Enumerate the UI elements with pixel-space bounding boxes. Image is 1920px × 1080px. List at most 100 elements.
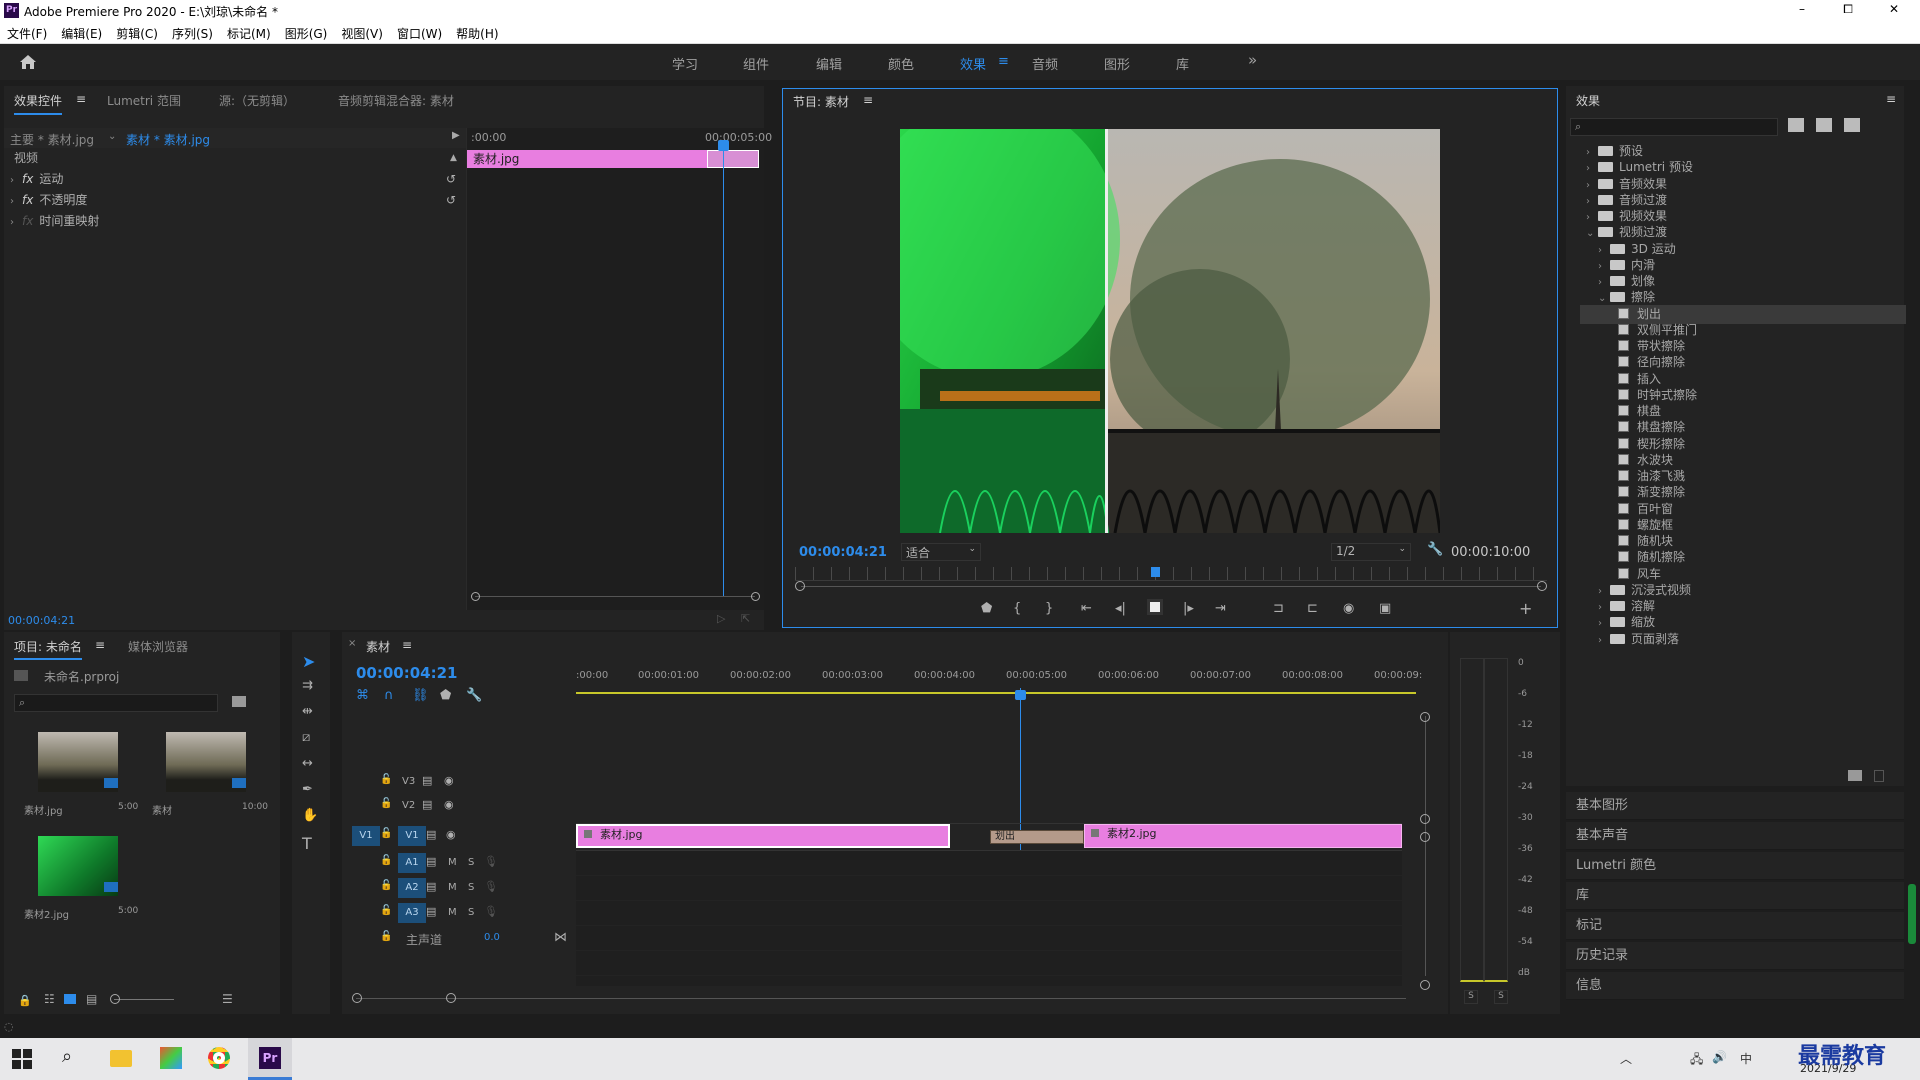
effects-search-input[interactable]: ⌕ — [1570, 118, 1778, 136]
export-icon[interactable]: ⇱ — [741, 612, 750, 625]
resolution-select[interactable]: 1/2 ⌄ — [1331, 543, 1411, 561]
tab-menu-icon[interactable]: ≡ — [76, 92, 86, 106]
menu-sequence[interactable]: 序列(S) — [165, 22, 220, 45]
collapse-icon[interactable]: ▲ — [450, 148, 457, 168]
search-icon[interactable]: ⌕ — [62, 1046, 72, 1067]
transition-block[interactable] — [707, 150, 759, 168]
add-marker-icon[interactable]: ⬟ — [440, 688, 451, 703]
lock-icon[interactable]: 🔓 — [380, 905, 392, 916]
track-target-a2[interactable]: A2 — [398, 878, 426, 898]
go-to-in-icon[interactable]: ⇤ — [1081, 601, 1092, 616]
snap-magnet-icon[interactable]: ∩ — [384, 688, 394, 703]
timeline-ruler[interactable]: :00:00 00:00:01:00 00:00:02:00 00:00:03:… — [576, 662, 1422, 694]
go-to-end-icon[interactable]: ⋈ — [554, 930, 567, 945]
go-to-out-icon[interactable]: ⇥ — [1215, 601, 1226, 616]
sequence-clip-label[interactable]: 素材 * 素材.jpg — [126, 131, 210, 148]
pen-tool-icon[interactable]: ✒ — [302, 782, 313, 797]
eye-icon[interactable]: ◉ — [444, 774, 454, 787]
clip-sucai-jpg[interactable]: 素材.jpg — [576, 824, 950, 848]
minimize-button[interactable]: – — [1790, 2, 1814, 16]
effect-controls-timecode[interactable]: 00:00:04:21 — [8, 614, 75, 627]
eye-icon[interactable]: ◉ — [444, 798, 454, 811]
lock-icon[interactable]: 🔓 — [380, 931, 392, 942]
tab-project[interactable]: 项目: 未命名 — [14, 638, 82, 660]
icon-view-icon[interactable] — [64, 994, 76, 1004]
tray-volume-icon[interactable]: 🔊 — [1712, 1050, 1727, 1064]
effect-row-motion[interactable]: › fx 运动 ↺ — [4, 169, 466, 189]
hand-tool-icon[interactable]: ✋ — [302, 808, 318, 823]
expand-icon[interactable]: › — [10, 213, 22, 233]
scroll-handle-right[interactable] — [1537, 581, 1547, 591]
track-name[interactable]: V3 — [402, 776, 415, 787]
windows-start-icon[interactable] — [12, 1049, 32, 1069]
microphone-icon[interactable]: 🎙 — [484, 880, 498, 893]
transition-clip[interactable]: 划出 — [990, 830, 1084, 844]
workspace-graphics[interactable]: 图形 — [1104, 54, 1130, 73]
file-explorer-icon[interactable] — [110, 1050, 132, 1067]
playhead-marker[interactable] — [718, 140, 729, 151]
chevron-right-icon[interactable]: › — [1598, 631, 1610, 650]
tab-program[interactable]: 节目: 素材 — [793, 93, 849, 110]
app-icon-colorful[interactable] — [160, 1047, 182, 1069]
new-bin-icon[interactable] — [1848, 770, 1862, 781]
mute-button[interactable]: M — [448, 857, 457, 868]
dropdown-icon[interactable]: ⌄ — [108, 131, 116, 142]
tab-audio-clip-mixer[interactable]: 音频剪辑混合器: 素材 — [338, 92, 454, 109]
type-tool-icon[interactable]: T — [302, 834, 312, 853]
maximize-button[interactable]: ⧠ — [1836, 2, 1860, 17]
menu-edit[interactable]: 编辑(E) — [54, 22, 109, 45]
fx-icon[interactable]: fx — [22, 193, 33, 207]
lock-icon[interactable]: 🔓 — [380, 774, 392, 785]
track-select-tool-icon[interactable]: ⇉ — [302, 678, 313, 693]
razor-tool-icon[interactable]: ⧄ — [302, 730, 310, 745]
sync-lock-icon[interactable]: ▤ — [426, 905, 436, 918]
track-name[interactable]: V2 — [402, 800, 415, 811]
tray-network-icon[interactable]: 🖧 — [1690, 1050, 1703, 1071]
tab-source[interactable]: 源:（无剪辑） — [219, 92, 295, 109]
program-ruler[interactable] — [795, 567, 1547, 581]
stop-icon[interactable] — [1147, 599, 1163, 615]
extract-icon[interactable]: ⊏ — [1307, 601, 1318, 616]
fit-select[interactable]: 适合 ⌄ — [901, 543, 981, 561]
effect-row-opacity[interactable]: › fx 不透明度 ↺ — [4, 190, 466, 210]
panel-essential-graphics[interactable]: 基本图形 — [1566, 792, 1904, 820]
zoom-handle-right[interactable] — [751, 592, 760, 601]
sort-icon[interactable]: ☰ — [222, 992, 233, 1006]
new-search-bin-icon[interactable] — [232, 696, 246, 707]
ime-indicator[interactable]: 中 — [1740, 1050, 1752, 1067]
mark-out-icon[interactable]: } — [1045, 601, 1053, 616]
sync-lock-icon[interactable]: ▤ — [422, 774, 432, 787]
lock-icon[interactable]: 🔓 — [380, 855, 392, 866]
project-item-1[interactable]: 素材.jpg 5:00 — [14, 724, 142, 828]
track-target-a1[interactable]: A1 — [398, 853, 426, 873]
reset-icon[interactable]: ↺ — [446, 190, 456, 210]
solo-right-button[interactable]: S — [1494, 990, 1508, 1004]
play-right-icon[interactable]: ▶ — [452, 130, 460, 141]
tray-chevron-icon[interactable]: ︿ — [1620, 1050, 1632, 1067]
tab-sequence[interactable]: 素材 — [366, 638, 390, 655]
track-target-v1[interactable]: V1 — [398, 826, 426, 846]
freeform-view-icon[interactable]: ▤ — [86, 992, 97, 1006]
horizontal-scroll-track[interactable] — [356, 998, 1406, 999]
effects-folder[interactable]: › 页面剥落 — [1580, 630, 1906, 649]
menu-window[interactable]: 窗口(W) — [390, 22, 449, 45]
expand-icon[interactable]: › — [10, 171, 22, 191]
panel-markers[interactable]: 标记 — [1566, 912, 1904, 940]
workspace-color[interactable]: 颜色 — [888, 54, 914, 73]
solo-button[interactable]: S — [468, 857, 474, 868]
scroll-indicator[interactable] — [1908, 884, 1916, 944]
workspace-editing[interactable]: 编辑 — [816, 54, 842, 73]
project-menu-icon[interactable]: ≡ — [95, 638, 105, 652]
mute-button[interactable]: M — [448, 907, 457, 918]
sync-lock-icon[interactable]: ▤ — [426, 855, 436, 868]
project-item-2[interactable]: 素材 10:00 — [142, 724, 270, 828]
accelerated-effects-icon[interactable] — [1788, 118, 1804, 132]
step-back-icon[interactable]: ◂| — [1115, 601, 1126, 616]
tab-effect-controls[interactable]: 效果控件 — [14, 92, 63, 115]
project-lock-icon[interactable]: 🔒 — [18, 994, 32, 1007]
ripple-edit-tool-icon[interactable]: ⇹ — [302, 704, 313, 719]
fx-icon[interactable]: fx — [22, 172, 33, 186]
lift-icon[interactable]: ⊐ — [1273, 601, 1284, 616]
lock-icon[interactable]: 🔓 — [380, 828, 392, 839]
mute-button[interactable]: M — [448, 882, 457, 893]
